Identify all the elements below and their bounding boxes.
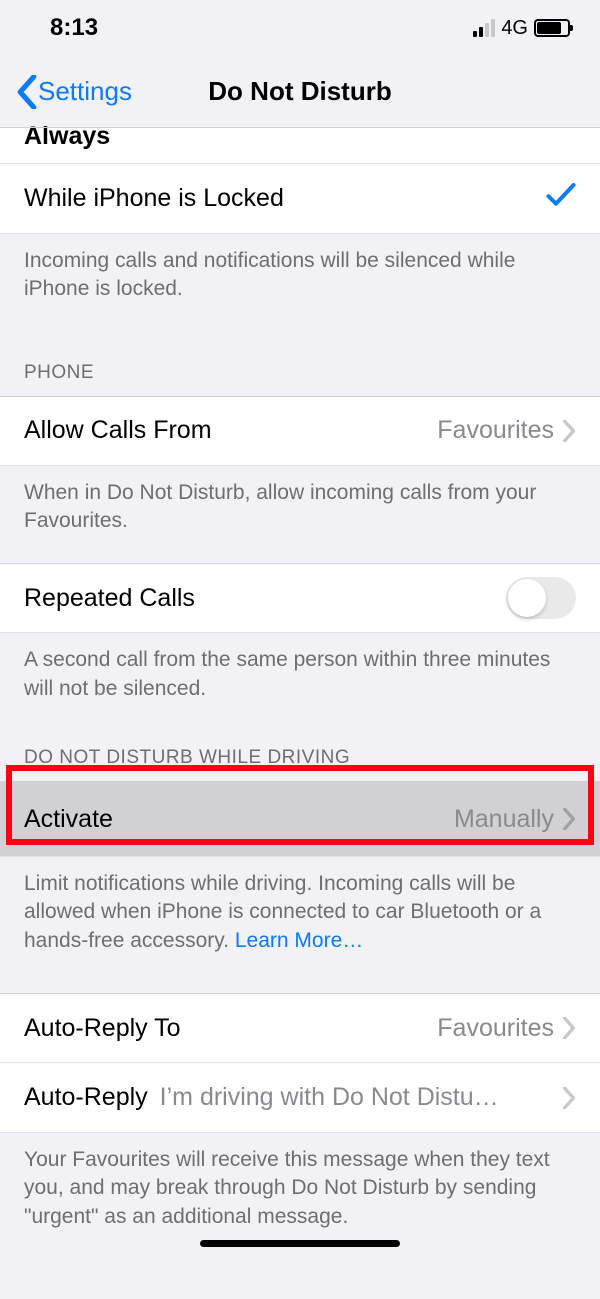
row-value: Favourites [437, 1014, 554, 1043]
chevron-right-icon [562, 1017, 576, 1039]
row-label: Auto-Reply [24, 1083, 148, 1112]
status-right: 4G [473, 17, 570, 40]
row-label: Auto-Reply To [24, 1014, 181, 1043]
nav-bar: Settings Do Not Disturb [0, 56, 600, 128]
silence-footer: Incoming calls and notifications will be… [0, 234, 600, 332]
chevron-right-icon [562, 808, 576, 830]
row-value: Favourites [437, 416, 554, 445]
silence-option-always[interactable]: Always [0, 128, 600, 164]
section-header-phone: Phone [0, 332, 600, 396]
signal-icon [473, 19, 495, 37]
back-label: Settings [38, 76, 132, 107]
status-bar: 8:13 4G [0, 0, 600, 56]
chevron-right-icon [562, 420, 576, 442]
row-label: Activate [24, 805, 113, 834]
silence-option-locked[interactable]: While iPhone is Locked [0, 164, 600, 234]
learn-more-link[interactable]: Learn More… [235, 929, 363, 952]
section-header-driving: Do Not Disturb While Driving [0, 731, 600, 781]
activate-footer: Limit notifications while driving. Incom… [0, 857, 600, 993]
repeated-calls-footer: A second call from the same person withi… [0, 633, 600, 731]
allow-calls-from-row[interactable]: Allow Calls From Favourites [0, 396, 600, 466]
auto-reply-to-row[interactable]: Auto-Reply To Favourites [0, 993, 600, 1063]
row-label: Repeated Calls [24, 584, 195, 613]
status-time: 8:13 [50, 14, 98, 42]
home-indicator [200, 1240, 400, 1247]
row-label: Allow Calls From [24, 416, 212, 445]
back-button[interactable]: Settings [0, 75, 132, 109]
chevron-left-icon [16, 75, 38, 109]
network-label: 4G [501, 17, 528, 40]
allow-calls-footer: When in Do Not Disturb, allow incoming c… [0, 466, 600, 564]
chevron-right-icon [562, 1087, 576, 1109]
row-value: Manually [454, 805, 554, 834]
battery-icon [534, 19, 570, 37]
activate-row[interactable]: Activate Manually [0, 781, 600, 857]
checkmark-icon [546, 182, 576, 215]
auto-reply-row[interactable]: Auto-Reply I’m driving with Do Not Distu… [0, 1063, 600, 1133]
repeated-calls-row[interactable]: Repeated Calls [0, 563, 600, 633]
repeated-calls-toggle[interactable] [506, 577, 576, 619]
row-label: While iPhone is Locked [24, 184, 284, 213]
row-value: I’m driving with Do Not Distu… [160, 1083, 562, 1112]
